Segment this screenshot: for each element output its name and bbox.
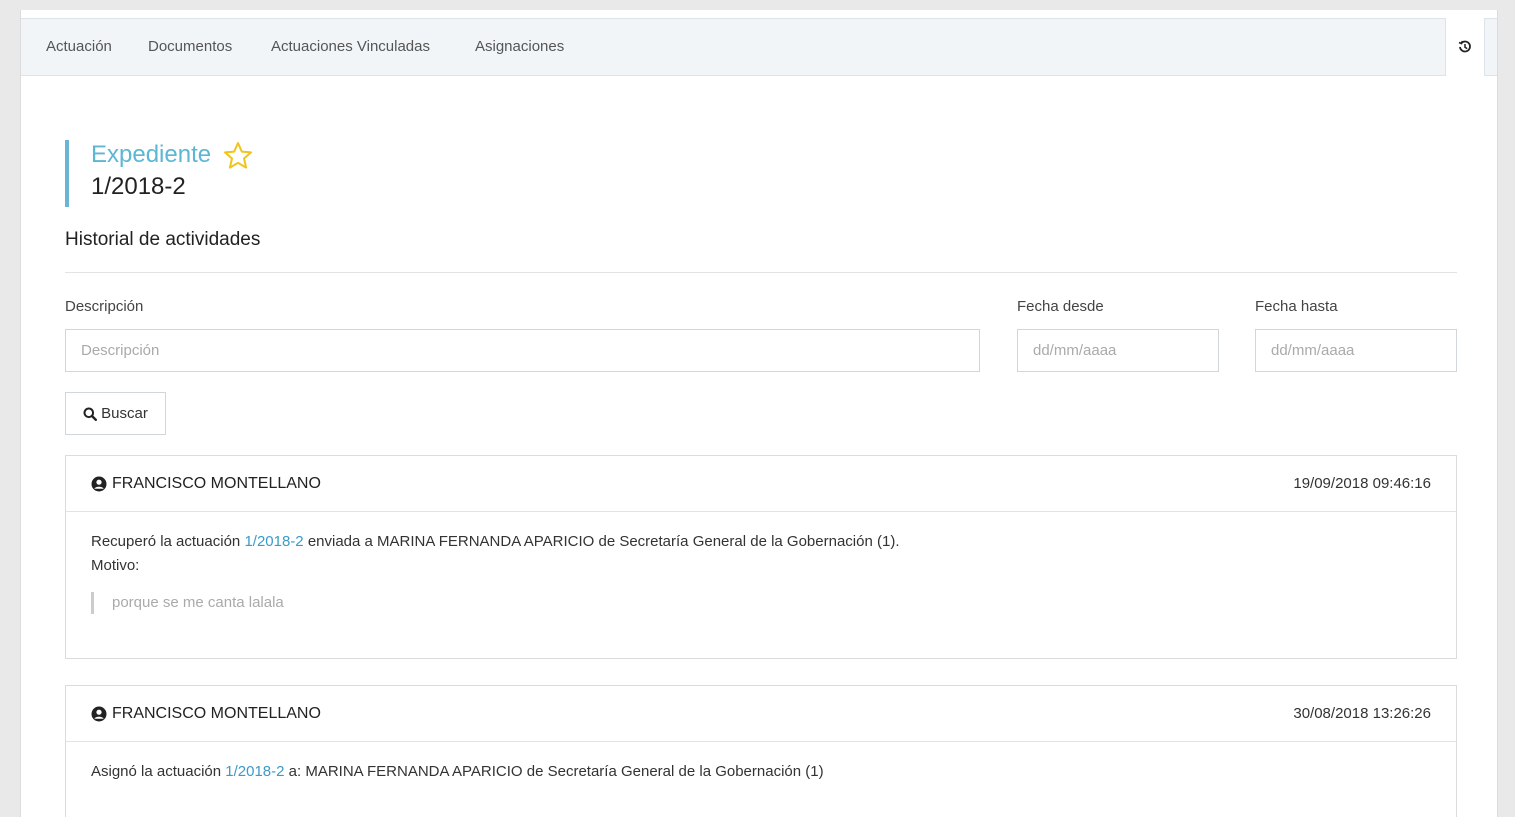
section-title: Historial de actividades	[65, 229, 261, 250]
activity-text: Asignó la actuación	[91, 763, 226, 780]
activity-card-body: Recuperó la actuación 1/2018-2 enviada a…	[66, 512, 1456, 632]
history-icon	[1458, 40, 1472, 54]
actuacion-link[interactable]: 1/2018-2	[244, 533, 303, 550]
actuacion-link[interactable]: 1/2018-2	[225, 763, 284, 780]
descripcion-label: Descripción	[65, 298, 144, 315]
motivo-quote: porque se me canta lalala	[91, 592, 1431, 614]
activity-text: a: MARINA FERNANDA APARICIO de Secretarí…	[284, 763, 824, 780]
main-panel: Actuación Documentos Actuaciones Vincula…	[20, 10, 1498, 817]
activity-card: FRANCISCO MONTELLANO 19/09/2018 09:46:16…	[65, 455, 1457, 659]
fecha-hasta-input[interactable]	[1255, 329, 1457, 372]
tab-actuaciones-vinculadas[interactable]: Actuaciones Vinculadas	[271, 19, 430, 75]
search-button[interactable]: Buscar	[65, 392, 166, 435]
divider	[65, 272, 1457, 273]
tab-documentos[interactable]: Documentos	[148, 19, 232, 75]
fecha-desde-input[interactable]	[1017, 329, 1219, 372]
activity-date: 30/08/2018 13:26:26	[1293, 705, 1431, 722]
descripcion-input[interactable]	[65, 329, 980, 372]
tab-bar: Actuación Documentos Actuaciones Vincula…	[21, 18, 1497, 76]
activity-user: FRANCISCO MONTELLANO	[91, 705, 321, 723]
activity-description: Asignó la actuación 1/2018-2 a: MARINA F…	[91, 760, 1431, 784]
user-circle-icon	[91, 476, 107, 492]
expediente-number: 1/2018-2	[91, 173, 186, 200]
expediente-title: Expediente	[91, 141, 212, 168]
tab-actuacion[interactable]: Actuación	[46, 19, 112, 75]
activity-date: 19/09/2018 09:46:16	[1293, 475, 1431, 492]
activity-text: Recuperó la actuación	[91, 533, 245, 550]
activity-user: FRANCISCO MONTELLANO	[91, 475, 321, 493]
activity-card-body: Asignó la actuación 1/2018-2 a: MARINA F…	[66, 742, 1456, 802]
tab-asignaciones[interactable]: Asignaciones	[475, 19, 564, 75]
activity-user-name: FRANCISCO MONTELLANO	[112, 474, 321, 492]
activity-user-name: FRANCISCO MONTELLANO	[112, 704, 321, 722]
motivo-label: Motivo:	[91, 557, 140, 574]
fecha-desde-label: Fecha desde	[1017, 298, 1104, 315]
search-button-label: Buscar	[101, 405, 148, 422]
expediente-header: Expediente 1/2018-2	[65, 140, 253, 207]
activity-card-header: FRANCISCO MONTELLANO 30/08/2018 13:26:26	[66, 686, 1456, 742]
activity-card: FRANCISCO MONTELLANO 30/08/2018 13:26:26…	[65, 685, 1457, 817]
history-button[interactable]	[1445, 18, 1485, 76]
activity-card-header: FRANCISCO MONTELLANO 19/09/2018 09:46:16	[66, 456, 1456, 512]
activity-description: Recuperó la actuación 1/2018-2 enviada a…	[91, 530, 1431, 554]
star-outline-icon[interactable]	[223, 141, 253, 170]
search-icon	[83, 407, 98, 421]
activity-text: enviada a MARINA FERNANDA APARICIO de Se…	[303, 533, 900, 550]
user-circle-icon	[91, 706, 107, 722]
fecha-hasta-label: Fecha hasta	[1255, 298, 1338, 315]
